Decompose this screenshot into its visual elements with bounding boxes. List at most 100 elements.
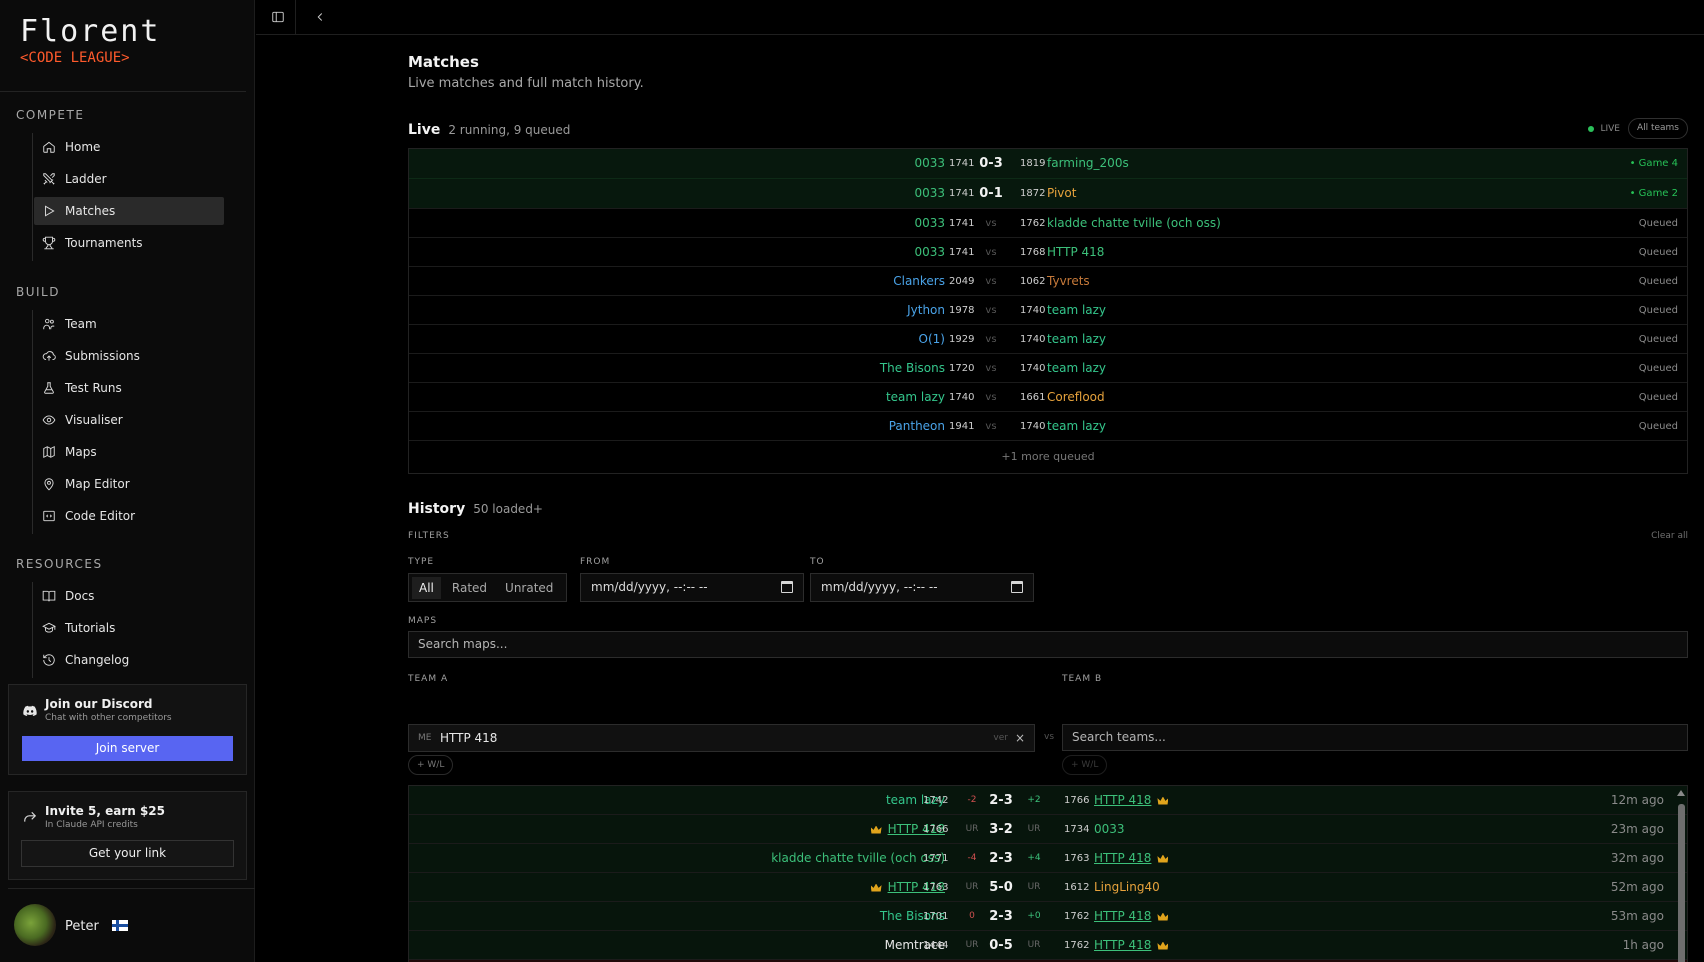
team-a-name[interactable]: 0033: [914, 209, 945, 238]
team-b-name[interactable]: HTTP 418: [1094, 909, 1151, 923]
sidebar-item-tutorials[interactable]: Tutorials: [34, 614, 224, 642]
match-status: • Game 2: [1629, 188, 1678, 199]
sidebar-item-maps[interactable]: Maps: [34, 438, 224, 466]
live-match-row[interactable]: Clankers 2049 vs 1062 Tyvrets Queued: [409, 267, 1687, 296]
all-teams-filter-button[interactable]: All teams: [1627, 118, 1688, 139]
team-a-label: TEAM A: [408, 674, 449, 684]
team-a-name[interactable]: Jython: [907, 296, 945, 325]
type-option-unrated[interactable]: Unrated: [498, 577, 560, 599]
live-match-row[interactable]: Jython 1978 vs 1740 team lazy Queued: [409, 296, 1687, 325]
team-a-name[interactable]: kladde chatte tville (och oss): [771, 851, 945, 865]
crown-icon: [1157, 941, 1169, 950]
match-status: Queued: [1638, 305, 1678, 316]
team-a-wl-button[interactable]: + W/L: [408, 755, 454, 775]
to-date-input[interactable]: mm/dd/yyyy, --:-- --: [810, 573, 1034, 602]
history-match-row[interactable]: team lazy 1742 -2 2-3 +2 1766 HTTP 418 12m ago: [409, 786, 1687, 815]
team-b-name[interactable]: Coreflood: [1047, 383, 1105, 412]
sidebar-item-label: Tournaments: [65, 236, 143, 250]
team-b-name[interactable]: team lazy: [1047, 296, 1106, 325]
history-match-row[interactable]: HTTP 418 1766 UR 3-2 UR 1734 0033 23m ago: [409, 815, 1687, 844]
team-a-name[interactable]: O(1): [919, 325, 945, 354]
history-match-row[interactable]: kladde chatte tville (och oss) 1771 -4 2-3 +…: [409, 844, 1687, 873]
from-date-input[interactable]: mm/dd/yyyy, --:-- --: [580, 573, 804, 602]
team-b-name[interactable]: team lazy: [1047, 354, 1106, 383]
brand-logo[interactable]: Florent <CODE LEAGUE>: [0, 0, 246, 92]
team-b-search-input[interactable]: Search teams...: [1062, 724, 1688, 751]
team-b-name[interactable]: Tyvrets: [1047, 267, 1090, 296]
live-match-row[interactable]: 0033 1741 vs 1762 kladde chatte tville (och …: [409, 209, 1687, 238]
close-icon[interactable]: ×: [1015, 725, 1025, 751]
scrollbar-thumb[interactable]: [1678, 804, 1685, 962]
live-match-row[interactable]: 0033 1741 0-1 1872 Pivot • Game 2: [409, 179, 1687, 209]
team-a-name[interactable]: 0033: [914, 149, 945, 178]
live-indicator: LIVE: [1588, 124, 1620, 134]
live-match-row[interactable]: 0033 1741 0-3 1819 farming_200s • Game 4: [409, 149, 1687, 179]
sidebar-item-matches[interactable]: Matches: [34, 197, 224, 225]
chevron-left-icon[interactable]: [310, 7, 330, 27]
type-option-rated[interactable]: Rated: [445, 577, 494, 599]
team-a-name[interactable]: Clankers: [893, 267, 945, 296]
sidebar-item-changelog[interactable]: Changelog: [34, 646, 224, 674]
sidebar-item-map-editor[interactable]: Map Editor: [34, 470, 224, 498]
history-icon: [43, 654, 55, 666]
team-b-rating: 1740: [1020, 363, 1046, 374]
sidebar-item-tournaments[interactable]: Tournaments: [34, 229, 224, 257]
team-b-name[interactable]: Pivot: [1047, 179, 1076, 208]
team-b-name[interactable]: LingLing40: [1094, 880, 1160, 894]
discord-title: Join our Discord: [45, 697, 153, 711]
toggle-sidebar-icon[interactable]: [268, 7, 288, 27]
calendar-icon[interactable]: [781, 581, 793, 593]
sidebar-item-test-runs[interactable]: Test Runs: [34, 374, 224, 402]
team-a-input[interactable]: ME HTTP 418 ver ×: [408, 724, 1035, 752]
type-segmented-control: All Rated Unrated: [408, 573, 567, 602]
live-match-row[interactable]: O(1) 1929 vs 1740 team lazy Queued: [409, 325, 1687, 354]
team-a-rating: 1941: [949, 421, 975, 432]
team-b-name[interactable]: HTTP 418: [1094, 793, 1151, 807]
get-your-link-button[interactable]: Get your link: [21, 840, 234, 867]
history-match-row[interactable]: HTTP 418 1763 UR 5-0 UR 1612 LingLing40 52m ago: [409, 873, 1687, 902]
live-match-row[interactable]: Pantheon 1941 vs 1740 team lazy Queued: [409, 412, 1687, 441]
sidebar-item-docs[interactable]: Docs: [34, 582, 224, 610]
team-a-name[interactable]: Pantheon: [889, 412, 945, 441]
team-a-name[interactable]: team lazy: [886, 383, 945, 412]
calendar-icon[interactable]: [1011, 581, 1023, 593]
team-b-name[interactable]: HTTP 418: [1047, 238, 1104, 267]
sidebar-item-visualiser[interactable]: Visualiser: [34, 406, 224, 434]
team-b-rating: 1734: [1064, 824, 1090, 835]
join-server-button[interactable]: Join server: [22, 736, 233, 761]
sidebar-item-code-editor[interactable]: Code Editor: [34, 502, 224, 530]
sidebar-item-label: Tutorials: [65, 621, 116, 635]
team-b-wl-button[interactable]: + W/L: [1062, 755, 1108, 775]
team-b-name[interactable]: team lazy: [1047, 412, 1106, 441]
team-b-name[interactable]: HTTP 418: [1094, 938, 1151, 952]
sidebar-item-home[interactable]: Home: [34, 133, 224, 161]
team-a-name[interactable]: 0033: [914, 238, 945, 267]
history-match-row[interactable]: Memtrace 1444 UR 0-5 UR 1762 HTTP 418 1h ago: [409, 931, 1687, 960]
live-match-row[interactable]: team lazy 1740 vs 1661 Coreflood Queued: [409, 383, 1687, 412]
team-b-name[interactable]: HTTP 418: [1094, 851, 1151, 865]
sidebar-item-ladder[interactable]: Ladder: [34, 165, 224, 193]
live-match-row[interactable]: 0033 1741 vs 1768 HTTP 418 Queued: [409, 238, 1687, 267]
sidebar-item-submissions[interactable]: Submissions: [34, 342, 224, 370]
team-b-name[interactable]: kladde chatte tville (och oss): [1047, 209, 1221, 238]
team-b-cell: HTTP 418: [1094, 786, 1174, 815]
history-scrollbar[interactable]: [1677, 790, 1685, 962]
vs-label: vs: [985, 392, 997, 403]
team-a-name[interactable]: The Bisons: [880, 354, 945, 383]
team-b-name[interactable]: 0033: [1094, 822, 1125, 836]
history-match-row[interactable]: The Bisons 1701 0 2-3 +0 1762 HTTP 418 53m ago: [409, 902, 1687, 931]
clear-all-button[interactable]: Clear all: [1651, 531, 1688, 541]
team-b-name[interactable]: farming_200s: [1047, 149, 1129, 178]
type-option-all[interactable]: All: [412, 576, 441, 599]
live-match-row[interactable]: The Bisons 1720 vs 1740 team lazy Queued: [409, 354, 1687, 383]
team-a-name[interactable]: 0033: [914, 179, 945, 208]
more-queued-label[interactable]: +1 more queued: [409, 441, 1687, 473]
sidebar-item-team[interactable]: Team: [34, 310, 224, 338]
team-b-name[interactable]: team lazy: [1047, 325, 1106, 354]
team-a-rating: 2049: [949, 276, 975, 287]
scroll-up-arrow-icon[interactable]: [1677, 790, 1685, 796]
maps-search-input[interactable]: Search maps...: [408, 631, 1688, 658]
user-profile[interactable]: Peter: [8, 888, 255, 962]
team-a-ver[interactable]: ver: [993, 725, 1008, 751]
team-a-rating: 1720: [949, 363, 975, 374]
